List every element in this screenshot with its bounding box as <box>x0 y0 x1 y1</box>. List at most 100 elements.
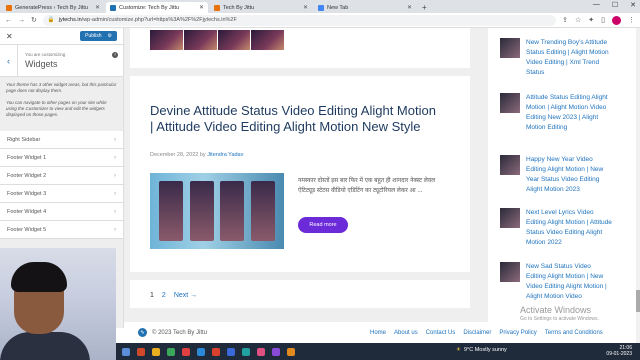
tab-close-icon[interactable]: ✕ <box>407 4 412 11</box>
taskbar-app-icon[interactable] <box>137 347 145 356</box>
widget-area-item[interactable]: Footer Widget 3 › <box>0 185 123 204</box>
widget-area-label: Right Sidebar <box>7 136 41 143</box>
site-footer: ✎ © 2023 Tech By Jittu Home About us Con… <box>124 322 640 343</box>
tab-favicon-icon <box>318 4 324 11</box>
profile-avatar[interactable] <box>612 15 621 25</box>
address-bar[interactable]: 🔒 jytechs.in /wp-admin/customize.php?url… <box>42 14 557 26</box>
widget-area-list: Right Sidebar › Footer Widget 1 › Footer W… <box>0 131 123 240</box>
section-title: Widgets <box>25 59 58 69</box>
browser-toolbar: ← → ↻ 🔒 jytechs.in /wp-admin/customize.p… <box>0 13 640 28</box>
footer-link[interactable]: Disclaimer <box>463 330 491 336</box>
widget-area-item[interactable]: Footer Widget 4 › <box>0 203 123 222</box>
sidebar-post-thumbnail[interactable] <box>500 155 520 175</box>
widget-notice: Your theme has 3 other widget areas, but… <box>6 82 117 94</box>
back-chevron-icon[interactable]: ‹ <box>0 44 18 77</box>
new-tab-icon[interactable]: + <box>422 3 427 12</box>
browser-tab[interactable]: Tech By Jittu ✕ <box>210 2 312 13</box>
sidebar-post-title[interactable]: New Trending Boy's Attitude Status Editi… <box>526 38 612 78</box>
taskbar-weather[interactable]: ☀ 9°C Mostly sunny <box>456 347 507 353</box>
browser-tab-strip: GeneratePress › Tech By Jittu ✕ Customiz… <box>0 0 640 13</box>
section-header: ‹ You are customizing Widgets ? <box>0 44 123 77</box>
sidebar-post-thumbnail[interactable] <box>500 93 520 113</box>
scrollbar-thumb[interactable] <box>636 290 640 312</box>
tab-close-icon[interactable]: ✕ <box>95 4 100 11</box>
publish-label: Publish <box>85 33 102 39</box>
footer-link[interactable]: About us <box>394 330 418 336</box>
minimize-icon[interactable]: — <box>593 1 600 9</box>
windows-taskbar: ☀ 9°C Mostly sunny 21:06 09-01-2023 <box>116 343 640 360</box>
widget-area-item[interactable]: Footer Widget 5 › <box>0 221 123 240</box>
close-icon[interactable]: ✕ <box>6 32 13 41</box>
taskbar-app-icon[interactable] <box>197 347 205 356</box>
browser-tab[interactable]: New Tab ✕ <box>314 2 416 13</box>
back-icon[interactable]: ← <box>5 17 12 24</box>
right-sidebar: New Trending Boy's Attitude Status Editi… <box>488 28 640 324</box>
sidebar-post[interactable]: Next Level Lyrics Video Editing Alight M… <box>500 208 640 258</box>
pagination: 1 2 Next → <box>150 292 197 299</box>
close-window-icon[interactable]: ✕ <box>630 1 636 9</box>
post-title[interactable]: Devine Attitude Status Video Editing Ali… <box>150 103 440 135</box>
url-host: jytechs.in <box>58 17 82 23</box>
watermark-title: Activate Windows <box>520 305 592 315</box>
taskbar-app-icon[interactable] <box>182 347 190 356</box>
forward-icon[interactable]: → <box>18 17 25 24</box>
widget-area-item[interactable]: Footer Widget 2 › <box>0 167 123 186</box>
browser-tab-active[interactable]: Customize: Tech By Jittu ✕ <box>106 2 208 13</box>
tab-close-icon[interactable]: ✕ <box>303 4 308 11</box>
edit-pencil-icon[interactable]: ✎ <box>138 328 147 337</box>
widget-area-item[interactable]: Footer Widget 1 › <box>0 149 123 168</box>
footer-link[interactable]: Home <box>370 330 386 336</box>
share-icon[interactable]: ⇪ <box>562 16 568 25</box>
sidebar-post[interactable]: Attitude Status Editing Alight Motion | … <box>500 93 640 143</box>
widget-area-item[interactable]: Right Sidebar › <box>0 131 123 150</box>
sidebar-post[interactable]: Happy New Year Video Editing Alight Moti… <box>500 155 640 205</box>
taskbar-app-icon[interactable] <box>227 347 235 356</box>
system-clock[interactable]: 21:06 09-01-2023 <box>606 345 632 357</box>
sidebar-post-title[interactable]: Next Level Lyrics Video Editing Alight M… <box>526 208 612 248</box>
taskbar-app-icon[interactable] <box>167 347 175 356</box>
sidebar-post-thumbnail[interactable] <box>500 262 520 282</box>
previous-post-image[interactable] <box>150 30 284 50</box>
reload-icon[interactable]: ↻ <box>31 16 37 24</box>
sidebar-post-thumbnail[interactable] <box>500 38 520 58</box>
tab-label: GeneratePress › Tech By Jittu <box>15 4 88 11</box>
taskbar-app-icon[interactable] <box>152 347 160 356</box>
post-date[interactable]: December 28, 2022 <box>150 152 198 158</box>
help-icon[interactable]: ? <box>112 52 118 58</box>
footer-link[interactable]: Contact Us <box>426 330 456 336</box>
taskbar-app-icon[interactable] <box>242 347 250 356</box>
read-more-button[interactable]: Read more <box>298 217 348 233</box>
sidebar-post-title[interactable]: New Sad Status Video Editing Alight Moti… <box>526 262 612 302</box>
next-page-link[interactable]: Next → <box>174 292 197 299</box>
gear-icon[interactable]: ⚙ <box>108 33 112 39</box>
maximize-icon[interactable]: ☐ <box>612 1 618 9</box>
sidebar-post-title[interactable]: Attitude Status Editing Alight Motion | … <box>526 93 612 133</box>
sidebar-post[interactable]: New Trending Boy's Attitude Status Editi… <box>500 38 640 88</box>
page-link[interactable]: 2 <box>162 292 166 299</box>
taskbar-app-icon[interactable] <box>122 347 130 356</box>
site-preview: Devine Attitude Status Video Editing Ali… <box>124 28 640 343</box>
bookmark-star-icon[interactable]: ☆ <box>575 16 581 25</box>
taskbar-app-icon[interactable] <box>212 347 220 356</box>
widget-area-label: Footer Widget 1 <box>7 154 47 161</box>
footer-link[interactable]: Terms and Conditions <box>545 330 603 336</box>
taskbar-app-icon[interactable] <box>272 347 280 356</box>
taskbar-app-icon[interactable] <box>257 347 265 356</box>
extensions-icon[interactable]: ✦ <box>588 16 594 25</box>
menu-kebab-icon[interactable]: ⋮ <box>628 16 635 25</box>
sidebar-post-thumbnail[interactable] <box>500 208 520 228</box>
section-title-block: You are customizing Widgets <box>18 52 65 69</box>
featured-image[interactable] <box>150 173 284 249</box>
webcam-person-hair <box>11 262 67 292</box>
sidebar-post-title[interactable]: Happy New Year Video Editing Alight Moti… <box>526 155 612 195</box>
post-author[interactable]: Jitendra Yadav <box>207 152 243 158</box>
tab-favicon-icon <box>110 4 116 11</box>
tab-close-icon[interactable]: ✕ <box>199 4 204 11</box>
post-meta: December 28, 2022 by Jitendra Yadav <box>150 152 243 158</box>
taskbar-app-icon[interactable] <box>287 347 295 356</box>
footer-link[interactable]: Privacy Policy <box>499 330 536 336</box>
footer-menu: Home About us Contact Us Disclaimer Priv… <box>370 330 603 336</box>
publish-button[interactable]: Publish ⚙ <box>80 31 117 41</box>
browser-tab[interactable]: GeneratePress › Tech By Jittu ✕ <box>2 2 104 13</box>
sidebar-icon[interactable]: ▯ <box>601 16 605 25</box>
